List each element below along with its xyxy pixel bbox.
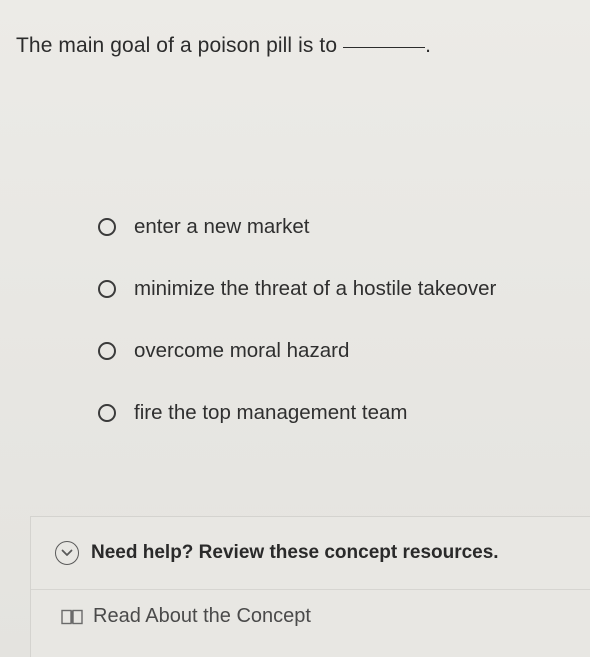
read-about-concept-link[interactable]: Read About the Concept xyxy=(61,605,311,628)
answer-options: enter a new market minimize the threat o… xyxy=(98,196,496,444)
option-label: fire the top management team xyxy=(134,401,408,424)
chevron-down-circle-icon[interactable] xyxy=(55,541,79,565)
concept-resources-toggle[interactable]: Need help? Review these concept resource… xyxy=(31,517,590,590)
radio-button[interactable] xyxy=(98,404,116,422)
concept-resources-panel: Need help? Review these concept resource… xyxy=(30,516,590,657)
answer-blank xyxy=(343,47,426,48)
radio-button[interactable] xyxy=(98,218,116,236)
read-about-concept-label: Read About the Concept xyxy=(93,605,311,627)
option-fire-management[interactable]: fire the top management team xyxy=(98,382,496,444)
book-icon xyxy=(61,609,83,625)
question-stem: The main goal of a poison pill is to xyxy=(16,34,338,57)
option-label: enter a new market xyxy=(134,215,310,238)
option-overcome-moral-hazard[interactable]: overcome moral hazard xyxy=(98,320,496,382)
option-enter-new-market[interactable]: enter a new market xyxy=(98,196,496,258)
help-header-text: Need help? Review these concept resource… xyxy=(91,542,499,563)
option-label: overcome moral hazard xyxy=(134,339,350,362)
quiz-page: The main goal of a poison pill is to. en… xyxy=(0,0,590,657)
radio-button[interactable] xyxy=(98,342,116,360)
radio-button[interactable] xyxy=(98,280,116,298)
option-label: minimize the threat of a hostile takeove… xyxy=(134,277,497,300)
option-minimize-threat[interactable]: minimize the threat of a hostile takeove… xyxy=(98,258,496,320)
question-punctuation: . xyxy=(425,34,432,57)
question-text: The main goal of a poison pill is to. xyxy=(16,34,431,58)
